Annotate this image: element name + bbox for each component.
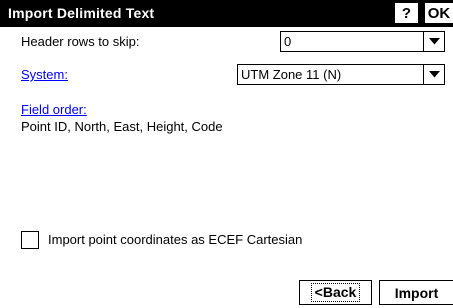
back-button-label: <Back [310, 283, 361, 302]
window-title: Import Delimited Text [8, 5, 155, 21]
ok-button[interactable]: OK [424, 2, 453, 24]
field-order-value: Point ID, North, East, Height, Code [21, 119, 223, 134]
ecef-label: Import point coordinates as ECEF Cartesi… [48, 232, 303, 247]
import-button[interactable]: Import [379, 280, 453, 305]
system-link[interactable]: System: [21, 67, 68, 82]
ecef-checkbox[interactable] [21, 231, 39, 249]
chevron-down-icon[interactable] [423, 65, 444, 84]
system-value: UTM Zone 11 (N) [241, 67, 342, 82]
help-button[interactable]: ? [394, 2, 419, 24]
header-rows-label: Header rows to skip: [21, 34, 140, 49]
chevron-down-icon[interactable] [423, 32, 444, 51]
back-button[interactable]: <Back [299, 280, 372, 305]
system-dropdown[interactable]: UTM Zone 11 (N) [237, 64, 445, 85]
header-rows-dropdown[interactable]: 0 [280, 31, 445, 52]
header-rows-value: 0 [284, 34, 292, 49]
field-order-link[interactable]: Field order: [21, 102, 87, 117]
title-bar: Import Delimited Text ? OK [0, 0, 453, 27]
